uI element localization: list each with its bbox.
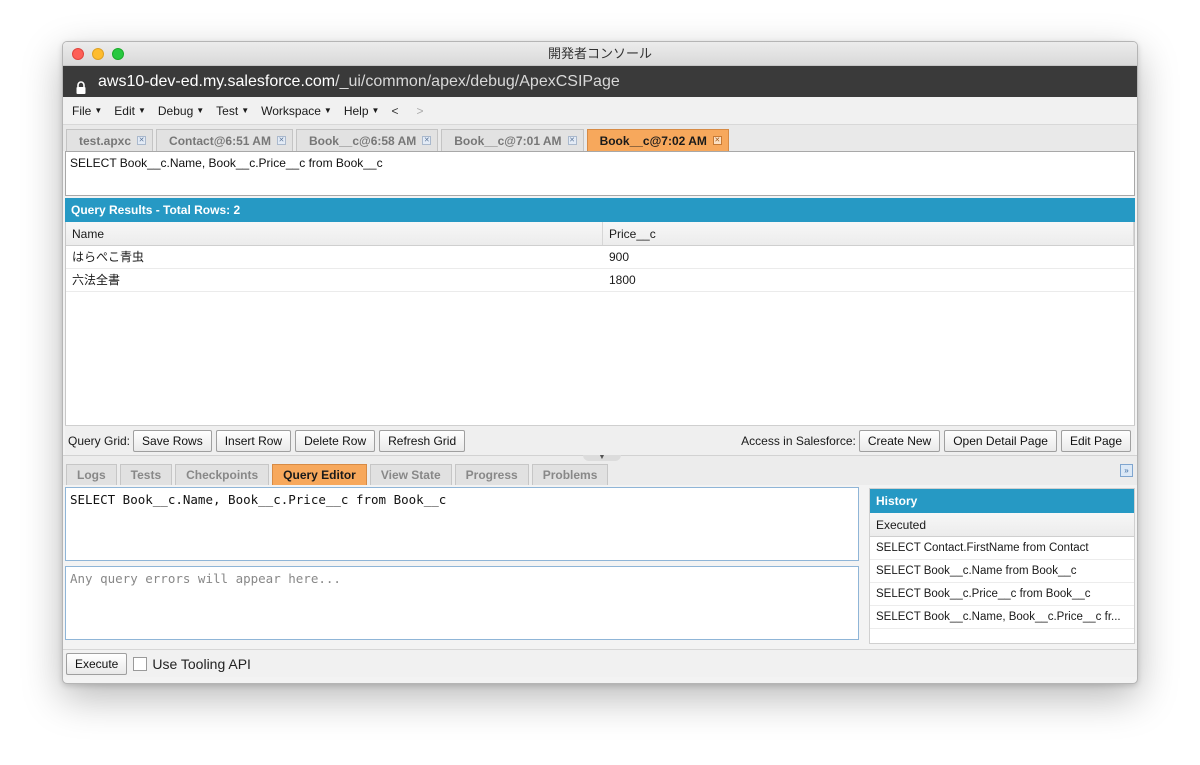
refresh-grid-button[interactable]: Refresh Grid bbox=[379, 429, 466, 452]
title-bar: 開発者コンソール bbox=[63, 42, 1137, 66]
menu-workspace[interactable]: Workspace ▼ bbox=[261, 104, 332, 118]
use-tooling-api-checkbox[interactable] bbox=[133, 656, 148, 671]
nav-forward-button[interactable]: > bbox=[416, 104, 423, 118]
history-column-header[interactable]: Executed bbox=[870, 513, 1134, 537]
nav-back-button[interactable]: < bbox=[391, 104, 398, 118]
table-row[interactable]: 六法全書 1800 bbox=[66, 269, 1134, 292]
menu-bar: File ▼ Edit ▼ Debug ▼ Test ▼ Workspace ▼ Help… bbox=[63, 97, 1137, 125]
close-window-button[interactable] bbox=[72, 48, 84, 60]
history-item[interactable]: SELECT Contact.FirstName from Contact bbox=[870, 537, 1134, 560]
chevron-down-icon: ▼ bbox=[137, 106, 146, 115]
tab-checkpoints[interactable]: Checkpoints bbox=[175, 464, 270, 485]
lock-icon bbox=[75, 75, 87, 94]
history-item[interactable]: SELECT Book__c.Name, Book__c.Price__c fr… bbox=[870, 606, 1134, 629]
window-title: 開発者コンソール bbox=[547, 46, 652, 61]
query-editor-panel: SELECT Book__c.Name, Book__c.Price__c fr… bbox=[63, 485, 1137, 649]
url-path: /_ui/common/apex/debug/ApexCSIPage bbox=[335, 73, 620, 90]
open-detail-page-button[interactable]: Open Detail Page bbox=[944, 429, 1057, 452]
query-results-header: Query Results - Total Rows: 2 bbox=[65, 198, 1135, 222]
editor-column: SELECT Book__c.Name, Book__c.Price__c fr… bbox=[63, 485, 863, 649]
use-tooling-api-label[interactable]: Use Tooling API bbox=[152, 656, 251, 672]
url-host: aws10-dev-ed.my.salesforce.com bbox=[98, 73, 336, 90]
results-grid: Name Price__c はらぺこ青虫 900 六法全書 1800 bbox=[65, 222, 1135, 425]
save-rows-button[interactable]: Save Rows bbox=[133, 429, 212, 452]
history-item[interactable]: SELECT Book__c.Name from Book__c bbox=[870, 560, 1134, 583]
close-icon[interactable]: ✕ bbox=[712, 136, 722, 145]
create-new-button[interactable]: Create New bbox=[858, 429, 941, 452]
tab-tests[interactable]: Tests bbox=[119, 464, 173, 485]
panel-tabs: Logs Tests Checkpoints Query Editor View… bbox=[63, 461, 1137, 485]
grid-header-row: Name Price__c bbox=[66, 222, 1134, 246]
menu-debug[interactable]: Debug ▼ bbox=[158, 104, 204, 118]
chevron-down-icon: ▼ bbox=[241, 106, 250, 115]
file-tab-book-702[interactable]: Book__c@7:02 AM ✕ bbox=[586, 129, 729, 151]
tab-progress[interactable]: Progress bbox=[454, 464, 529, 485]
insert-row-button[interactable]: Insert Row bbox=[215, 429, 292, 452]
query-grid-toolbar: Query Grid: Save Rows Insert Row Delete … bbox=[65, 425, 1135, 455]
delete-row-button[interactable]: Delete Row bbox=[295, 429, 376, 452]
close-icon[interactable]: ✕ bbox=[137, 136, 147, 145]
cell-name[interactable]: はらぺこ青虫 bbox=[66, 246, 603, 268]
file-tab-contact[interactable]: Contact@6:51 AM ✕ bbox=[156, 129, 293, 151]
history-list: History Executed SELECT Contact.FirstNam… bbox=[869, 488, 1135, 644]
query-grid-label: Query Grid: bbox=[68, 433, 131, 448]
developer-console-window: 開発者コンソール aws10-dev-ed.my.salesforce.com /… bbox=[62, 41, 1138, 684]
close-icon[interactable]: ✕ bbox=[276, 136, 286, 145]
file-tab-book-658[interactable]: Book__c@6:58 AM ✕ bbox=[295, 129, 439, 151]
history-item[interactable]: SELECT Book__c.Price__c from Book__c bbox=[870, 583, 1134, 606]
tab-problems[interactable]: Problems bbox=[531, 464, 609, 485]
query-errors-area: Any query errors will appear here... bbox=[65, 566, 859, 640]
close-icon[interactable]: ✕ bbox=[422, 136, 432, 145]
window-controls bbox=[72, 48, 124, 60]
chevron-down-icon: ▼ bbox=[323, 106, 332, 115]
url-bar[interactable]: aws10-dev-ed.my.salesforce.com/_ui/commo… bbox=[63, 66, 1137, 97]
cell-price[interactable]: 900 bbox=[603, 246, 1134, 268]
minimize-window-button[interactable] bbox=[92, 48, 104, 60]
query-editor-input[interactable]: SELECT Book__c.Name, Book__c.Price__c fr… bbox=[65, 487, 859, 561]
file-tab-book-701[interactable]: Book__c@7:01 AM ✕ bbox=[441, 129, 584, 151]
edit-page-button[interactable]: Edit Page bbox=[1060, 429, 1131, 452]
cell-name[interactable]: 六法全書 bbox=[66, 269, 603, 291]
menu-edit[interactable]: Edit ▼ bbox=[114, 104, 146, 118]
cell-price[interactable]: 1800 bbox=[603, 269, 1134, 291]
execute-bar: Execute Use Tooling API bbox=[63, 649, 1137, 677]
tab-query-editor[interactable]: Query Editor bbox=[272, 464, 367, 485]
menu-test[interactable]: Test ▼ bbox=[216, 104, 249, 118]
column-header-price[interactable]: Price__c bbox=[603, 222, 1134, 245]
menu-help[interactable]: Help ▼ bbox=[344, 104, 380, 118]
column-header-name[interactable]: Name bbox=[66, 222, 603, 245]
close-icon[interactable]: ✕ bbox=[567, 136, 577, 145]
chevron-down-icon: ▼ bbox=[94, 106, 103, 115]
menu-file[interactable]: File ▼ bbox=[72, 104, 102, 118]
table-row[interactable]: はらぺこ青虫 900 bbox=[66, 246, 1134, 269]
execute-button[interactable]: Execute bbox=[66, 652, 128, 675]
history-title: History bbox=[870, 489, 1134, 513]
soql-text-area[interactable]: SELECT Book__c.Name, Book__c.Price__c fr… bbox=[65, 151, 1135, 196]
tab-view-state[interactable]: View State bbox=[369, 464, 452, 485]
history-panel: History Executed SELECT Contact.FirstNam… bbox=[863, 485, 1137, 649]
chevron-down-icon: ▼ bbox=[196, 106, 205, 115]
collapse-panel-icon[interactable]: » bbox=[1120, 464, 1133, 477]
access-in-salesforce-label: Access in Salesforce: bbox=[741, 433, 856, 448]
chevron-down-icon: ▼ bbox=[371, 106, 380, 115]
tab-logs[interactable]: Logs bbox=[66, 464, 117, 485]
zoom-window-button[interactable] bbox=[112, 48, 124, 60]
file-tabs: test.apxc ✕ Contact@6:51 AM ✕ Book__c@6:… bbox=[63, 125, 1137, 151]
file-tab-test-apxc[interactable]: test.apxc ✕ bbox=[66, 129, 154, 151]
